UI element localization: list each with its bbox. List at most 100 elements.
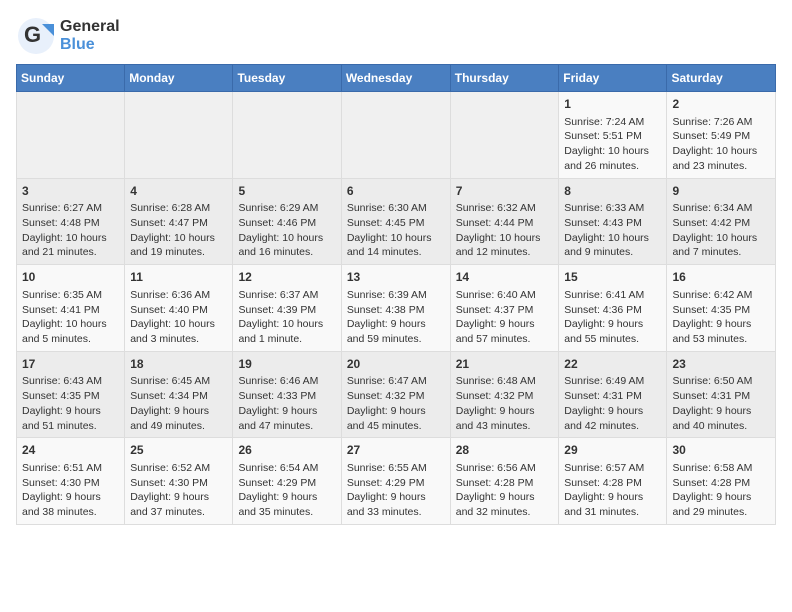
- day-info: Sunrise: 6:40 AM Sunset: 4:37 PM Dayligh…: [456, 288, 554, 347]
- calendar-cell: 19Sunrise: 6:46 AM Sunset: 4:33 PM Dayli…: [233, 351, 341, 438]
- calendar-week-row: 3Sunrise: 6:27 AM Sunset: 4:48 PM Daylig…: [17, 178, 776, 265]
- calendar-cell: [450, 92, 559, 179]
- day-info: Sunrise: 6:56 AM Sunset: 4:28 PM Dayligh…: [456, 461, 554, 520]
- day-number: 3: [22, 183, 119, 200]
- weekday-header-friday: Friday: [559, 65, 667, 92]
- day-info: Sunrise: 6:57 AM Sunset: 4:28 PM Dayligh…: [564, 461, 661, 520]
- calendar-cell: 28 Sunrise: 6:56 AM Sunset: 4:28 PM Dayli…: [450, 438, 559, 525]
- calendar-cell: 26 Sunrise: 6:54 AM Sunset: 4:29 PM Dayli…: [233, 438, 341, 525]
- day-info: Sunrise: 6:37 AM Sunset: 4:39 PM Dayligh…: [238, 288, 335, 347]
- day-info: Sunrise: 6:45 AM Sunset: 4:34 PM Dayligh…: [130, 374, 227, 433]
- day-info: Sunrise: 6:58 AM Sunset: 4:28 PM Dayligh…: [672, 461, 770, 520]
- calendar-cell: 20Sunrise: 6:47 AM Sunset: 4:32 PM Dayli…: [341, 351, 450, 438]
- day-info: Sunrise: 6:52 AM Sunset: 4:30 PM Dayligh…: [130, 461, 227, 520]
- calendar-cell: 24 Sunrise: 6:51 AM Sunset: 4:30 PM Dayli…: [17, 438, 125, 525]
- day-number: 16: [672, 269, 770, 286]
- calendar-cell: 7Sunrise: 6:32 AM Sunset: 4:44 PM Daylig…: [450, 178, 559, 265]
- day-number: 11: [130, 269, 227, 286]
- calendar-cell: 2 Sunrise: 7:26 AM Sunset: 5:49 PM Daylig…: [667, 92, 776, 179]
- calendar-cell: 30 Sunrise: 6:58 AM Sunset: 4:28 PM Dayli…: [667, 438, 776, 525]
- day-info: Sunrise: 6:30 AM Sunset: 4:45 PM Dayligh…: [347, 201, 445, 260]
- day-number: 6: [347, 183, 445, 200]
- calendar-cell: 13Sunrise: 6:39 AM Sunset: 4:38 PM Dayli…: [341, 265, 450, 352]
- day-info: Sunrise: 6:51 AM Sunset: 4:30 PM Dayligh…: [22, 461, 119, 520]
- logo-blue: Blue: [60, 36, 120, 54]
- logo: GGeneralBlue: [16, 16, 120, 56]
- calendar-cell: 11 Sunrise: 6:36 AM Sunset: 4:40 PM Dayli…: [125, 265, 233, 352]
- day-number: 21: [456, 356, 554, 373]
- day-number: 22: [564, 356, 661, 373]
- day-number: 30: [672, 442, 770, 459]
- day-number: 4: [130, 183, 227, 200]
- day-info: Sunrise: 6:36 AM Sunset: 4:40 PM Dayligh…: [130, 288, 227, 347]
- calendar-cell: [341, 92, 450, 179]
- calendar-cell: 14 Sunrise: 6:40 AM Sunset: 4:37 PM Dayli…: [450, 265, 559, 352]
- calendar-cell: 18Sunrise: 6:45 AM Sunset: 4:34 PM Dayli…: [125, 351, 233, 438]
- day-info: Sunrise: 6:49 AM Sunset: 4:31 PM Dayligh…: [564, 374, 661, 433]
- day-number: 8: [564, 183, 661, 200]
- calendar-cell: 4Sunrise: 6:28 AM Sunset: 4:47 PM Daylig…: [125, 178, 233, 265]
- day-info: Sunrise: 6:27 AM Sunset: 4:48 PM Dayligh…: [22, 201, 119, 260]
- calendar-cell: 17Sunrise: 6:43 AM Sunset: 4:35 PM Dayli…: [17, 351, 125, 438]
- day-info: Sunrise: 6:42 AM Sunset: 4:35 PM Dayligh…: [672, 288, 770, 347]
- day-info: Sunrise: 6:54 AM Sunset: 4:29 PM Dayligh…: [238, 461, 335, 520]
- day-number: 10: [22, 269, 119, 286]
- day-number: 26: [238, 442, 335, 459]
- day-number: 27: [347, 442, 445, 459]
- day-number: 24: [22, 442, 119, 459]
- calendar-cell: 12 Sunrise: 6:37 AM Sunset: 4:39 PM Dayli…: [233, 265, 341, 352]
- calendar-cell: 22Sunrise: 6:49 AM Sunset: 4:31 PM Dayli…: [559, 351, 667, 438]
- calendar-cell: [233, 92, 341, 179]
- logo-general: General: [60, 18, 120, 36]
- day-info: Sunrise: 6:39 AM Sunset: 4:38 PM Dayligh…: [347, 288, 445, 347]
- day-info: Sunrise: 6:29 AM Sunset: 4:46 PM Dayligh…: [238, 201, 335, 260]
- day-number: 7: [456, 183, 554, 200]
- calendar-cell: 25Sunrise: 6:52 AM Sunset: 4:30 PM Dayli…: [125, 438, 233, 525]
- weekday-header-monday: Monday: [125, 65, 233, 92]
- day-info: Sunrise: 6:47 AM Sunset: 4:32 PM Dayligh…: [347, 374, 445, 433]
- day-info: Sunrise: 6:34 AM Sunset: 4:42 PM Dayligh…: [672, 201, 770, 260]
- day-number: 2: [672, 96, 770, 113]
- logo-text: GeneralBlue: [60, 18, 120, 53]
- day-number: 19: [238, 356, 335, 373]
- calendar-cell: 8Sunrise: 6:33 AM Sunset: 4:43 PM Daylig…: [559, 178, 667, 265]
- day-info: Sunrise: 6:28 AM Sunset: 4:47 PM Dayligh…: [130, 201, 227, 260]
- day-number: 18: [130, 356, 227, 373]
- calendar-cell: 9Sunrise: 6:34 AM Sunset: 4:42 PM Daylig…: [667, 178, 776, 265]
- day-info: Sunrise: 6:35 AM Sunset: 4:41 PM Dayligh…: [22, 288, 119, 347]
- calendar-cell: 3Sunrise: 6:27 AM Sunset: 4:48 PM Daylig…: [17, 178, 125, 265]
- day-info: Sunrise: 6:50 AM Sunset: 4:31 PM Dayligh…: [672, 374, 770, 433]
- day-number: 1: [564, 96, 661, 113]
- calendar-cell: 15Sunrise: 6:41 AM Sunset: 4:36 PM Dayli…: [559, 265, 667, 352]
- calendar-cell: 1 Sunrise: 7:24 AM Sunset: 5:51 PM Daylig…: [559, 92, 667, 179]
- weekday-header-wednesday: Wednesday: [341, 65, 450, 92]
- day-info: Sunrise: 7:26 AM Sunset: 5:49 PM Dayligh…: [672, 115, 770, 174]
- day-number: 20: [347, 356, 445, 373]
- calendar-cell: 6Sunrise: 6:30 AM Sunset: 4:45 PM Daylig…: [341, 178, 450, 265]
- day-info: Sunrise: 6:43 AM Sunset: 4:35 PM Dayligh…: [22, 374, 119, 433]
- weekday-header-thursday: Thursday: [450, 65, 559, 92]
- day-number: 28: [456, 442, 554, 459]
- calendar-cell: 21Sunrise: 6:48 AM Sunset: 4:32 PM Dayli…: [450, 351, 559, 438]
- day-number: 14: [456, 269, 554, 286]
- weekday-header-saturday: Saturday: [667, 65, 776, 92]
- day-info: Sunrise: 6:41 AM Sunset: 4:36 PM Dayligh…: [564, 288, 661, 347]
- logo-icon: G: [16, 16, 56, 56]
- calendar-week-row: 17Sunrise: 6:43 AM Sunset: 4:35 PM Dayli…: [17, 351, 776, 438]
- day-info: Sunrise: 7:24 AM Sunset: 5:51 PM Dayligh…: [564, 115, 661, 174]
- calendar-cell: 16 Sunrise: 6:42 AM Sunset: 4:35 PM Dayli…: [667, 265, 776, 352]
- calendar-cell: 23Sunrise: 6:50 AM Sunset: 4:31 PM Dayli…: [667, 351, 776, 438]
- weekday-header-tuesday: Tuesday: [233, 65, 341, 92]
- calendar-header-row: SundayMondayTuesdayWednesdayThursdayFrid…: [17, 65, 776, 92]
- day-info: Sunrise: 6:48 AM Sunset: 4:32 PM Dayligh…: [456, 374, 554, 433]
- day-info: Sunrise: 6:33 AM Sunset: 4:43 PM Dayligh…: [564, 201, 661, 260]
- day-number: 29: [564, 442, 661, 459]
- day-number: 9: [672, 183, 770, 200]
- calendar-cell: [125, 92, 233, 179]
- day-number: 12: [238, 269, 335, 286]
- calendar-cell: [17, 92, 125, 179]
- calendar-table: SundayMondayTuesdayWednesdayThursdayFrid…: [16, 64, 776, 525]
- day-info: Sunrise: 6:32 AM Sunset: 4:44 PM Dayligh…: [456, 201, 554, 260]
- weekday-header-sunday: Sunday: [17, 65, 125, 92]
- calendar-week-row: 10 Sunrise: 6:35 AM Sunset: 4:41 PM Dayli…: [17, 265, 776, 352]
